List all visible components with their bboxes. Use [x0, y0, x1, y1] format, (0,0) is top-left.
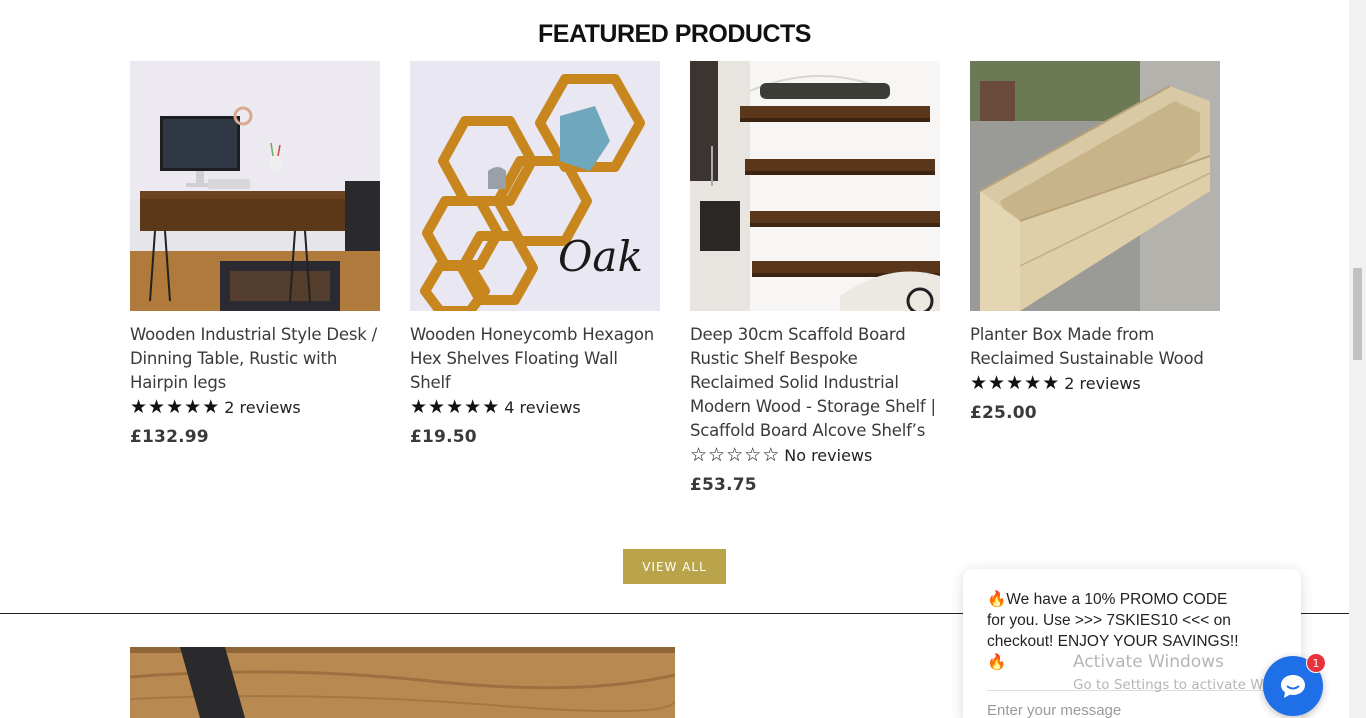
star-empty-icon: ☆: [762, 444, 780, 466]
star-filled-icon: ★: [1024, 372, 1042, 394]
star-empty-icon: ☆: [726, 444, 744, 466]
wood-board-photo-icon: [130, 647, 675, 718]
star-filled-icon: ★: [446, 396, 464, 418]
star-filled-icon: ★: [1042, 372, 1060, 394]
star-filled-icon: ★: [970, 372, 988, 394]
product-card[interactable]: Oak Wooden Honeycomb Hexagon Hex Shelves…: [410, 61, 660, 447]
product-rating: ★ ★ ★ ★ ★ 4 reviews: [410, 395, 660, 419]
product-image-alcove[interactable]: [690, 61, 940, 311]
chat-popup: 🔥We have a 10% PROMO CODE for you. Use >…: [963, 569, 1301, 718]
rating-stars: ★ ★ ★ ★ ★: [130, 397, 220, 417]
reviews-count: 2 reviews: [224, 397, 301, 417]
product-price: £53.75: [690, 475, 757, 495]
section-title: FEATURED PRODUCTS: [538, 20, 811, 48]
star-filled-icon: ★: [148, 396, 166, 418]
reviews-count: 4 reviews: [504, 397, 581, 417]
product-grid: Wooden Industrial Style Desk / Dinning T…: [130, 61, 1220, 511]
star-empty-icon: ☆: [690, 444, 708, 466]
reviews-count: No reviews: [784, 445, 873, 465]
star-filled-icon: ★: [1006, 372, 1024, 394]
star-filled-icon: ★: [428, 396, 446, 418]
star-filled-icon: ★: [410, 396, 428, 418]
star-filled-icon: ★: [482, 396, 500, 418]
product-title[interactable]: Deep 30cm Scaffold Board Rustic Shelf Be…: [690, 323, 940, 443]
planter-box-photo-icon: [970, 61, 1220, 311]
product-rating: ★ ★ ★ ★ ★ 2 reviews: [970, 371, 1220, 395]
rating-stars: ★ ★ ★ ★ ★: [970, 373, 1060, 393]
star-filled-icon: ★: [202, 396, 220, 418]
star-empty-icon: ☆: [708, 444, 726, 466]
reviews-count: 2 reviews: [1064, 373, 1141, 393]
featured-image: [130, 647, 675, 718]
product-card[interactable]: Planter Box Made from Reclaimed Sustaina…: [970, 61, 1220, 423]
rating-stars: ☆ ☆ ☆ ☆ ☆: [690, 445, 780, 465]
product-price: £19.50: [410, 427, 477, 447]
star-empty-icon: ☆: [744, 444, 762, 466]
alcove-shelves-photo-icon: [690, 61, 940, 311]
product-rating: ★ ★ ★ ★ ★ 2 reviews: [130, 395, 380, 419]
desk-photo-icon: [130, 61, 380, 311]
product-card[interactable]: Deep 30cm Scaffold Board Rustic Shelf Be…: [690, 61, 940, 495]
product-image-planter[interactable]: [970, 61, 1220, 311]
product-title[interactable]: Wooden Honeycomb Hexagon Hex Shelves Flo…: [410, 323, 660, 395]
product-rating: ☆ ☆ ☆ ☆ ☆ No reviews: [690, 443, 940, 467]
view-all-button[interactable]: VIEW ALL: [623, 549, 726, 584]
chat-bubble-icon: [1281, 675, 1305, 698]
rating-stars: ★ ★ ★ ★ ★: [410, 397, 500, 417]
product-image-hexagon[interactable]: Oak: [410, 61, 660, 311]
product-title[interactable]: Wooden Industrial Style Desk / Dinning T…: [130, 323, 380, 395]
star-filled-icon: ★: [464, 396, 482, 418]
star-filled-icon: ★: [166, 396, 184, 418]
star-filled-icon: ★: [130, 396, 148, 418]
product-price: £25.00: [970, 403, 1037, 423]
hexagon-shelves-photo-icon: Oak: [410, 61, 660, 311]
star-filled-icon: ★: [988, 372, 1006, 394]
chat-message-input[interactable]: [987, 702, 1277, 718]
product-price: £132.99: [130, 427, 209, 447]
product-image-desk[interactable]: [130, 61, 380, 311]
image-caption: Oak: [558, 232, 643, 281]
page-scrollbar[interactable]: [1349, 0, 1366, 718]
scrollbar-thumb[interactable]: [1353, 268, 1362, 360]
notification-badge: 1: [1306, 653, 1326, 673]
product-title[interactable]: Planter Box Made from Reclaimed Sustaina…: [970, 323, 1220, 371]
star-filled-icon: ★: [184, 396, 202, 418]
product-card[interactable]: Wooden Industrial Style Desk / Dinning T…: [130, 61, 380, 447]
